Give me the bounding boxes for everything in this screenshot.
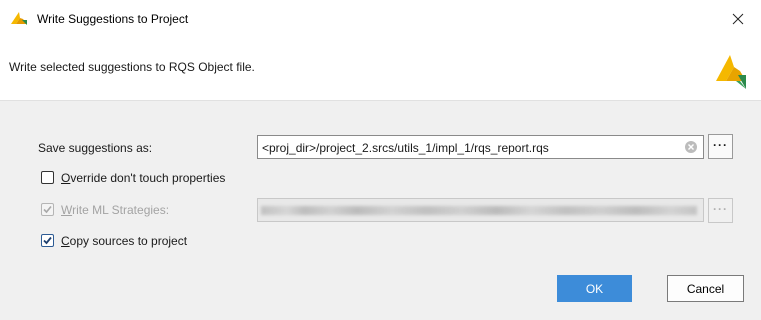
override-checkbox[interactable] — [41, 171, 54, 184]
window-title: Write Suggestions to Project — [37, 12, 189, 26]
save-as-path-field[interactable]: <proj_dir>/project_2.srcs/utils_1/impl_1… — [257, 135, 704, 159]
override-label[interactable]: Override don't touch properties — [61, 171, 225, 185]
ml-strategies-label: Write ML Strategies: — [61, 203, 170, 217]
ml-strategies-checkbox[interactable] — [41, 203, 54, 216]
copy-sources-checkbox[interactable] — [41, 234, 54, 247]
browse-save-path-button[interactable]: ··· — [708, 134, 733, 159]
ok-button[interactable]: OK — [557, 275, 632, 302]
save-as-label: Save suggestions as: — [38, 141, 153, 155]
cancel-button[interactable]: Cancel — [667, 275, 744, 302]
dialog-description: Write selected suggestions to RQS Object… — [9, 60, 255, 74]
copy-sources-label[interactable]: Copy sources to project — [61, 234, 187, 248]
clear-button[interactable] — [685, 141, 697, 153]
clear-icon — [685, 141, 697, 153]
close-button[interactable] — [715, 0, 761, 38]
close-icon — [732, 13, 744, 25]
vivado-logo-icon — [716, 55, 746, 89]
ml-strategies-path-field — [257, 198, 704, 222]
title-bar: Write Suggestions to Project — [0, 0, 761, 38]
dialog-header: Write selected suggestions to RQS Object… — [0, 38, 761, 101]
checkmark-icon — [43, 236, 52, 245]
checkmark-icon — [43, 205, 52, 214]
save-as-path-value: <proj_dir>/project_2.srcs/utils_1/impl_1… — [262, 141, 549, 155]
vivado-logo-icon — [11, 12, 27, 25]
browse-ml-strategies-button: ··· — [708, 198, 733, 223]
redacted-text — [261, 206, 697, 215]
